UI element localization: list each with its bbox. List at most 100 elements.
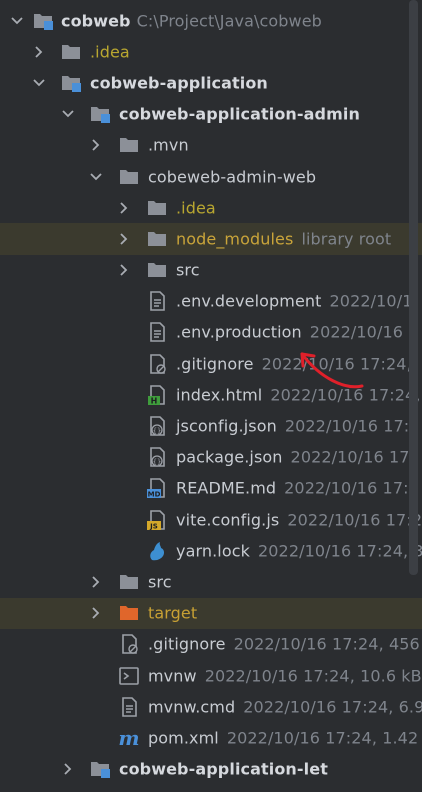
folder-icon bbox=[146, 228, 168, 250]
json-file-icon: {} bbox=[146, 415, 168, 437]
tree-item-meta: 2022/10/16 17:2 bbox=[284, 478, 419, 498]
text-file-icon bbox=[146, 321, 168, 343]
tree-row-gitignore-admin[interactable]: .gitignore 2022/10/16 17:24, 456 bbox=[0, 629, 422, 660]
tree-item-meta: 2022/10/1 bbox=[329, 291, 413, 311]
tree-row-mvn[interactable]: .mvn bbox=[0, 130, 422, 161]
red-arrow-annotation bbox=[300, 352, 364, 389]
tree-item-name: .gitignore bbox=[148, 634, 226, 654]
folder-icon bbox=[118, 134, 140, 156]
tree-row-target[interactable]: target bbox=[0, 597, 422, 629]
markdown-file-icon: MD bbox=[146, 477, 168, 499]
tree-item-meta: 2022/10/16 17: bbox=[290, 447, 416, 467]
tree-item-meta: 2022/10/16 17:24, 456 bbox=[233, 634, 420, 654]
tree-item-name: index.html bbox=[176, 385, 263, 405]
tree-item-name: node_modules bbox=[176, 229, 294, 249]
tree-row-src-admin[interactable]: src bbox=[0, 566, 422, 597]
tree-item-name: target bbox=[148, 603, 198, 623]
tree-row-idea[interactable]: .idea bbox=[0, 36, 422, 68]
tree-item-name: mvnw bbox=[148, 666, 197, 686]
chevron-down-icon[interactable] bbox=[89, 170, 103, 184]
tree-row-pom-xml[interactable]: m pom.xml 2022/10/16 17:24, 1.42 bbox=[0, 722, 422, 753]
tree-item-name: src bbox=[148, 572, 172, 592]
chevron-right-icon[interactable] bbox=[89, 606, 103, 620]
tree-row-node-modules[interactable]: node_modules library root bbox=[0, 223, 422, 255]
svg-text:{}: {} bbox=[153, 427, 161, 435]
tree-row-env-development[interactable]: .env.development 2022/10/1 bbox=[0, 286, 422, 317]
tree-item-name: pom.xml bbox=[148, 728, 219, 748]
tree-item-name: cobweb bbox=[61, 11, 131, 31]
yarn-icon bbox=[146, 540, 168, 562]
tree-item-name: yarn.lock bbox=[176, 541, 250, 561]
tree-item-name: .gitignore bbox=[176, 354, 254, 374]
tree-item-meta: 2022/10/16 17:24, 10.6 kB bbox=[204, 666, 422, 686]
text-file-icon bbox=[118, 696, 140, 718]
tree-row-cobweb-application-let[interactable]: cobweb-application-let bbox=[0, 754, 422, 785]
folder-icon bbox=[146, 259, 168, 281]
tree-row-cobweb-application[interactable]: cobweb-application bbox=[0, 67, 422, 98]
tree-item-meta: 2022/10/16 17:24, 6.9 bbox=[243, 697, 422, 717]
svg-text:{}: {} bbox=[153, 458, 161, 466]
tree-row-cobweb-application-admin[interactable]: cobweb-application-admin bbox=[0, 99, 422, 130]
tree-item-meta: library root bbox=[301, 229, 392, 249]
folder-icon bbox=[118, 166, 140, 188]
tree-item-name: package.json bbox=[176, 447, 283, 467]
tree-item-name: cobeweb-admin-web bbox=[148, 167, 317, 187]
svg-text:m: m bbox=[118, 727, 139, 749]
tree-item-name: vite.config.js bbox=[176, 510, 280, 530]
chevron-down-icon[interactable] bbox=[32, 76, 46, 90]
chevron-right-icon[interactable] bbox=[89, 575, 103, 589]
tree-item-name: cobweb-application-admin bbox=[119, 104, 360, 124]
folder-icon bbox=[60, 41, 82, 63]
tree-item-name: README.md bbox=[176, 478, 277, 498]
tree-item-name: src bbox=[176, 260, 200, 280]
chevron-right-icon[interactable] bbox=[117, 232, 131, 246]
tree-item-name: cobweb-application bbox=[90, 73, 268, 93]
chevron-right-icon[interactable] bbox=[61, 762, 75, 776]
svg-text:JS: JS bbox=[149, 522, 158, 530]
chevron-right-icon[interactable] bbox=[32, 45, 46, 59]
tree-row-readme-md[interactable]: MD README.md 2022/10/16 17:2 bbox=[0, 473, 422, 504]
tree-item-name: .idea bbox=[176, 198, 216, 218]
tree-item-name: .idea bbox=[90, 42, 130, 62]
ignore-file-icon bbox=[118, 633, 140, 655]
chevron-down-icon[interactable] bbox=[61, 107, 75, 121]
module-folder-icon bbox=[89, 103, 111, 125]
chevron-right-icon[interactable] bbox=[117, 263, 131, 277]
chevron-right-icon[interactable] bbox=[89, 138, 103, 152]
tree-row-src-web[interactable]: src bbox=[0, 255, 422, 286]
tree-row-cobeweb-admin-web[interactable]: cobeweb-admin-web bbox=[0, 161, 422, 192]
tree-item-meta: 2022/10/16 17:2 bbox=[284, 416, 420, 436]
tree-row-vite-config-js[interactable]: JS vite.config.js 2022/10/16 17:2 bbox=[0, 504, 422, 535]
chevron-right-icon[interactable] bbox=[117, 201, 131, 215]
tree-row-package-json[interactable]: {} package.json 2022/10/16 17: bbox=[0, 442, 422, 473]
tree-row-jsconfig-json[interactable]: {} jsconfig.json 2022/10/16 17:2 bbox=[0, 410, 422, 441]
folder-icon bbox=[118, 571, 140, 593]
json-file-icon: {} bbox=[146, 446, 168, 468]
tree-item-name: .env.production bbox=[176, 322, 302, 342]
tree-item-name: .mvn bbox=[148, 135, 189, 155]
tree-item-meta: 2022/10/16 17:2 bbox=[287, 510, 422, 530]
html-file-icon: H bbox=[146, 384, 168, 406]
tree-item-meta: 2022/10/16 17:24, 3 bbox=[258, 541, 422, 561]
module-folder-icon bbox=[32, 10, 54, 32]
chevron-down-icon[interactable] bbox=[10, 14, 24, 28]
tree-row-idea-web[interactable]: .idea bbox=[0, 192, 422, 223]
tree-item-name: mvnw.cmd bbox=[148, 697, 236, 717]
excluded-folder-icon bbox=[118, 602, 140, 624]
module-folder-icon bbox=[60, 72, 82, 94]
tree-item-name: cobweb-application-let bbox=[119, 759, 328, 779]
tree-item-name: .env.development bbox=[176, 291, 322, 311]
tree-item-path: C:\Project\Java\cobweb bbox=[136, 11, 322, 31]
vertical-scrollbar[interactable] bbox=[409, 0, 418, 575]
tree-row-cobweb[interactable]: cobweb C:\Project\Java\cobweb bbox=[0, 5, 422, 36]
tree-item-name: jsconfig.json bbox=[176, 416, 277, 436]
text-file-icon bbox=[146, 290, 168, 312]
tree-row-yarn-lock[interactable]: yarn.lock 2022/10/16 17:24, 3 bbox=[0, 535, 422, 566]
ignore-file-icon bbox=[146, 353, 168, 375]
svg-text:MD: MD bbox=[148, 491, 161, 499]
tree-row-mvnw-cmd[interactable]: mvnw.cmd 2022/10/16 17:24, 6.9 bbox=[0, 691, 422, 722]
tree-row-mvnw[interactable]: mvnw 2022/10/16 17:24, 10.6 kB bbox=[0, 660, 422, 691]
folder-icon bbox=[146, 197, 168, 219]
shell-script-icon bbox=[118, 665, 140, 687]
javascript-file-icon: JS bbox=[146, 509, 168, 531]
